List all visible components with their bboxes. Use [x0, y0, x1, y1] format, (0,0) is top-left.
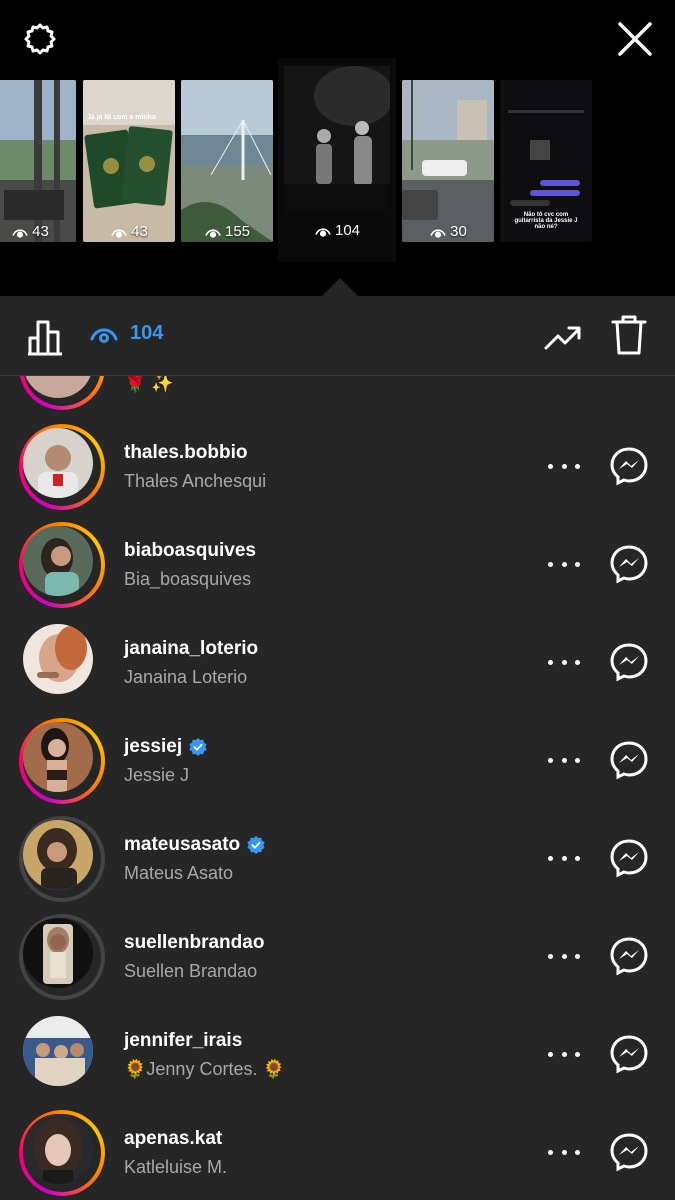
- list-item[interactable]: jessiej Jessie J: [0, 718, 675, 816]
- story-viewer-header: 43 Já já tô com a minha 43 155 104 30 Nã…: [0, 0, 675, 296]
- story-caption: Não tô cvc com guitarrista da Jessie J n…: [514, 212, 578, 230]
- viewer-fullname: Jessie J: [124, 765, 190, 785]
- story-caption: Já já tô com a minha: [87, 114, 156, 121]
- avatar[interactable]: [19, 718, 105, 804]
- viewer-fullname: Janaina Loterio: [124, 667, 248, 687]
- avatar[interactable]: [19, 522, 105, 608]
- viewer-username[interactable]: jessiej: [124, 736, 182, 758]
- view-count-value: 104: [130, 322, 164, 344]
- viewer-fullname: Katleluise M.: [124, 1157, 228, 1177]
- messenger-icon[interactable]: [609, 1132, 649, 1172]
- active-story-pointer: [322, 278, 358, 296]
- list-item[interactable]: janaina_loterio Janaina Loterio: [0, 620, 675, 718]
- avatar[interactable]: [19, 914, 105, 1000]
- gear-icon[interactable]: [20, 20, 60, 60]
- avatar-ring: [19, 376, 105, 410]
- messenger-icon[interactable]: [609, 544, 649, 584]
- trending-icon[interactable]: [544, 322, 582, 352]
- story-views-count: 30: [450, 223, 467, 240]
- trash-icon[interactable]: [610, 314, 648, 356]
- story-views: 43: [83, 223, 175, 240]
- viewer-username[interactable]: biaboasquives: [124, 540, 256, 562]
- list-item[interactable]: 🌹 ✨: [0, 376, 675, 422]
- more-options-button[interactable]: [548, 650, 580, 674]
- close-icon[interactable]: [614, 18, 656, 60]
- viewer-username[interactable]: janaina_loterio: [124, 638, 258, 660]
- eye-icon: [90, 328, 118, 343]
- viewer-fullname: 🌹 ✨: [124, 376, 174, 393]
- story-views-count: 43: [131, 223, 148, 240]
- story-views-count: 155: [224, 223, 251, 240]
- eye-icon: [205, 228, 221, 238]
- list-item[interactable]: mateusasato Mateus Asato: [0, 816, 675, 914]
- avatar[interactable]: [19, 816, 105, 902]
- messenger-icon[interactable]: [609, 446, 649, 486]
- story-thumbnail[interactable]: 155: [181, 80, 273, 242]
- story-thumbnail[interactable]: Não tô cvc com guitarrista da Jessie J n…: [500, 80, 592, 242]
- more-options-button[interactable]: [548, 748, 580, 772]
- more-options-button[interactable]: [548, 1042, 580, 1066]
- view-count[interactable]: 104: [90, 322, 163, 345]
- list-item[interactable]: thales.bobbio Thales Anchesqui: [0, 424, 675, 522]
- story-thumbnail[interactable]: 30: [402, 80, 494, 242]
- list-item[interactable]: apenas.kat Katleluise M.: [0, 1110, 675, 1200]
- messenger-icon[interactable]: [609, 1034, 649, 1074]
- messenger-icon[interactable]: [609, 740, 649, 780]
- avatar[interactable]: [19, 1012, 105, 1098]
- story-thumbnails: 43 Já já tô com a minha 43 155 104 30 Nã…: [0, 58, 675, 270]
- viewer-fullname: Suellen Brandao: [124, 961, 258, 981]
- messenger-icon[interactable]: [609, 838, 649, 878]
- list-item[interactable]: jennifer_irais 🌻Jenny Cortes. 🌻: [0, 1012, 675, 1110]
- avatar[interactable]: [19, 424, 105, 510]
- story-views: 104: [278, 222, 396, 239]
- more-options-button[interactable]: [548, 454, 580, 478]
- eye-icon: [430, 228, 446, 238]
- story-thumbnail[interactable]: Já já tô com a minha 43: [83, 80, 175, 242]
- avatar[interactable]: [19, 620, 105, 706]
- verified-badge-icon: [189, 738, 207, 756]
- viewer-fullname: Bia_boasquives: [124, 569, 252, 589]
- eye-icon: [315, 227, 331, 237]
- story-views-count: 104: [334, 222, 361, 239]
- story-views-count: 43: [32, 223, 49, 240]
- story-thumbnail[interactable]: 43: [0, 80, 76, 242]
- more-options-button[interactable]: [548, 944, 580, 968]
- viewer-fullname: 🌻Jenny Cortes. 🌻: [124, 1059, 285, 1079]
- insights-toolbar: 104: [0, 296, 675, 376]
- messenger-icon[interactable]: [609, 642, 649, 682]
- story-thumbnail-active[interactable]: 104: [278, 58, 396, 262]
- viewer-username[interactable]: mateusasato: [124, 834, 240, 856]
- viewer-fullname: Mateus Asato: [124, 863, 234, 883]
- avatar[interactable]: [19, 1110, 105, 1196]
- viewer-username[interactable]: suellenbrandao: [124, 932, 264, 954]
- viewers-list[interactable]: 🌹 ✨ thales.bobbio Thales Anchesqui biabo…: [0, 376, 675, 1200]
- more-options-button[interactable]: [548, 846, 580, 870]
- bar-chart-icon[interactable]: [26, 318, 64, 356]
- list-item[interactable]: suellenbrandao Suellen Brandao: [0, 914, 675, 1012]
- viewer-username[interactable]: apenas.kat: [124, 1128, 222, 1150]
- eye-icon: [111, 228, 127, 238]
- viewer-username[interactable]: thales.bobbio: [124, 442, 248, 464]
- viewer-fullname: Thales Anchesqui: [124, 471, 267, 491]
- story-views: 30: [402, 223, 494, 240]
- viewer-username[interactable]: jennifer_irais: [124, 1030, 242, 1052]
- list-item[interactable]: biaboasquives Bia_boasquives: [0, 522, 675, 620]
- messenger-icon[interactable]: [609, 936, 649, 976]
- eye-icon: [12, 228, 28, 238]
- more-options-button[interactable]: [548, 552, 580, 576]
- verified-badge-icon: [247, 836, 265, 854]
- story-views: 155: [181, 223, 273, 240]
- story-views: 43: [0, 223, 76, 240]
- more-options-button[interactable]: [548, 1140, 580, 1164]
